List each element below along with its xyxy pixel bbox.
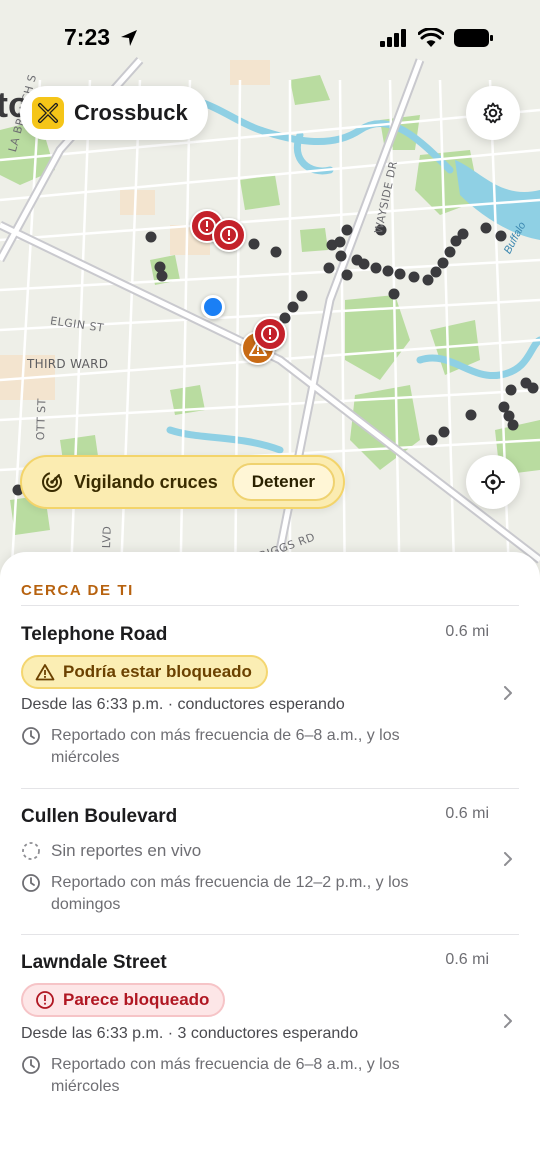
alert-circle-icon — [36, 991, 54, 1009]
status-text: Podría estar bloqueado — [63, 662, 252, 681]
crossing-name: Telephone Road — [21, 624, 168, 645]
crossing-name: Lawndale Street — [21, 952, 167, 973]
crosshair-icon — [481, 470, 505, 494]
live-status-text: Sin reportes en vivo — [51, 841, 202, 860]
warning-triangle-icon — [35, 664, 55, 681]
pattern-text: Reportado con más frecuencia de 6–8 a.m.… — [51, 727, 400, 766]
watching-label: Vigilando cruces — [74, 471, 218, 492]
crossbuck-logo-icon — [32, 97, 64, 129]
crossing-item-telephone-road[interactable]: Telephone Road 0.6 mi Podría estar bloqu… — [0, 606, 540, 788]
alert-circle-icon — [261, 325, 279, 343]
crossing-distance: 0.6 mi — [445, 951, 489, 968]
chevron-right-icon — [504, 1014, 512, 1028]
chevron-right-icon — [504, 852, 512, 866]
since-line: Desde las 6:33 p.m. · conductores espera… — [21, 696, 345, 713]
battery-icon — [454, 29, 493, 47]
alert-circle-icon — [220, 226, 238, 244]
crossing-distance: 0.6 mi — [445, 805, 489, 822]
app-badge[interactable]: Crossbuck — [20, 86, 208, 140]
user-location-dot — [201, 295, 225, 319]
clock-icon — [22, 874, 40, 892]
live-status-row: Sin reportes en vivo — [21, 840, 441, 862]
crossing-item-cullen-boulevard[interactable]: Cullen Boulevard 0.6 mi Sin reportes en … — [0, 788, 540, 934]
street-label-blvd: LVD — [100, 525, 114, 549]
pattern-row: Reportado con más frecuencia de 6–8 a.m.… — [21, 1054, 441, 1098]
signal-icon — [380, 29, 406, 47]
nearby-sheet[interactable]: CERCA DE TI Telephone Road 0.6 mi Podría… — [0, 552, 540, 1170]
location-arrow-icon — [121, 30, 137, 46]
crossing-item-lawndale-street[interactable]: Lawndale Street 0.6 mi Parece bloqueado … — [0, 934, 540, 1114]
settings-button[interactable] — [466, 86, 520, 140]
status-time: 7:23 — [64, 24, 111, 50]
status-badge: Parece bloqueado — [21, 983, 226, 1017]
neighborhood-label-third-ward: THIRD WARD — [27, 357, 109, 371]
radar-icon — [42, 472, 62, 492]
chevron-right-icon — [504, 686, 512, 700]
crossing-distance: 0.6 mi — [445, 623, 489, 640]
since-line: Desde las 6:33 p.m. · 3 conductores espe… — [21, 1025, 359, 1042]
street-label-scott: OTT ST — [34, 397, 49, 441]
section-title: CERCA DE TI — [21, 582, 134, 599]
stop-button[interactable]: Detener — [231, 463, 336, 501]
dashed-circle-icon — [22, 842, 40, 860]
crossing-blocked-marker[interactable] — [212, 218, 246, 252]
wifi-icon — [418, 28, 444, 47]
clock-icon — [22, 727, 40, 745]
pattern-row: Reportado con más frecuencia de 6–8 a.m.… — [21, 725, 441, 769]
pattern-row: Reportado con más frecuencia de 12–2 p.m… — [21, 872, 441, 916]
gear-icon — [483, 102, 503, 124]
crossing-blocked-marker[interactable] — [253, 317, 287, 351]
status-badge: Podría estar bloqueado — [21, 655, 268, 689]
app-name: Crossbuck — [74, 100, 188, 125]
pattern-text: Reportado con más frecuencia de 6–8 a.m.… — [51, 1056, 400, 1095]
pattern-text: Reportado con más frecuencia de 12–2 p.m… — [51, 874, 409, 913]
watching-crossings-pill: Vigilando cruces Detener — [20, 455, 346, 509]
status-bar: 7:23 — [0, 0, 540, 80]
status-text: Parece bloqueado — [63, 990, 210, 1009]
crossing-name: Cullen Boulevard — [21, 806, 178, 827]
clock-icon — [22, 1056, 40, 1074]
recenter-button[interactable] — [466, 455, 520, 509]
